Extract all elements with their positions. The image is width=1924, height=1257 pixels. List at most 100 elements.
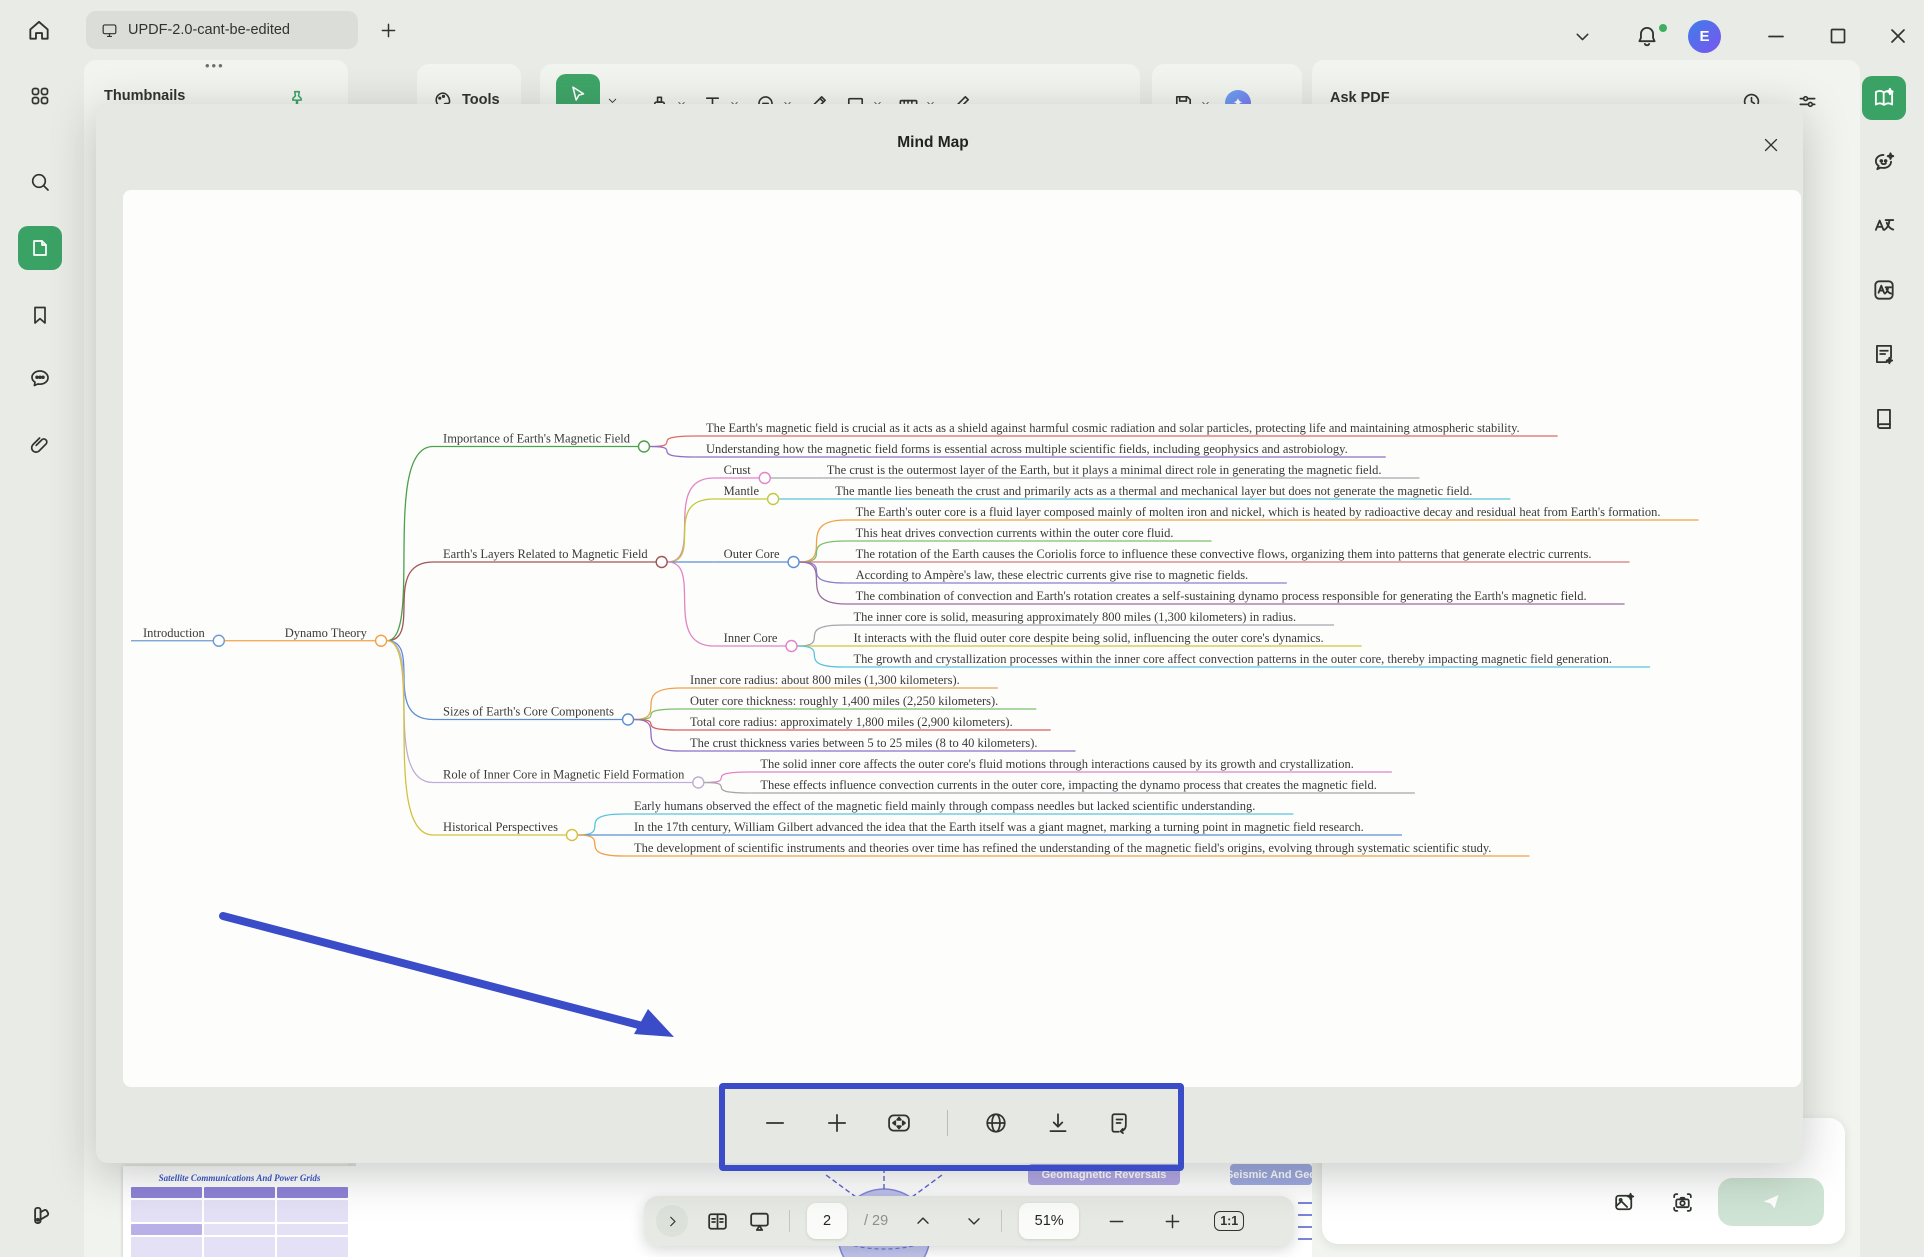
mindmap-leaf-text[interactable]: The Earth's magnetic field is crucial as… [706,421,1520,435]
screenshot-button[interactable] [1670,1190,1695,1215]
page-thumbnail[interactable]: Satellite Communications And Power Grids [123,1166,356,1257]
mind-map-toolbar [737,1099,1157,1147]
thumbnails-panel-bottom: Satellite Communications And Power Grids [84,1163,348,1257]
modal-close-button[interactable] [1756,130,1786,160]
user-avatar[interactable]: E [1688,20,1721,53]
mindmap-leaf-text[interactable]: This heat drives convection currents wit… [856,526,1174,540]
expand-nav-button[interactable] [656,1205,688,1237]
right-rail-item-note-sparkle[interactable] [1862,332,1906,376]
zoom-in-button[interactable] [1162,1211,1183,1232]
mindmap-leaf-text[interactable]: Total core radius: approximately 1,800 m… [690,715,1013,729]
plus-icon [1167,1215,1179,1227]
divider [789,1210,790,1232]
mindmap-leaf-text[interactable]: The growth and crystallization processes… [853,652,1612,666]
sidebar-item-page-thumbnails[interactable] [18,226,62,270]
window-menu-chevron[interactable] [1572,26,1593,47]
right-rail-item-book-sparkle[interactable] [1862,76,1906,120]
mindmap-leaf-text[interactable]: The Earth's outer core is a fluid layer … [856,505,1661,519]
previous-page-button[interactable] [913,1211,933,1231]
presenter-icon [751,1213,768,1229]
mind-map-diagram: The Earth's magnetic field is crucial as… [123,190,1801,1087]
send-plane-icon [1764,1195,1779,1208]
mindmap-node-label[interactable]: Historical Perspectives [443,820,558,834]
mindmap-leaf-text[interactable]: According to Ampère's law, these electri… [856,568,1249,582]
zoom-in-button[interactable] [823,1109,851,1137]
book-icon [1878,410,1890,428]
right-rail-item-book[interactable] [1862,396,1906,440]
paperclip-icon [32,438,47,452]
download-button[interactable] [1044,1109,1072,1137]
bell-icon [1639,28,1654,45]
notifications-button[interactable] [1634,23,1660,49]
sidebar-item-paperclip[interactable] [18,423,62,467]
close-window-button[interactable] [1886,24,1910,48]
mindmap-leaf-text[interactable]: Understanding how the magnetic field for… [706,442,1348,456]
mindmap-leaf-text[interactable]: It interacts with the fluid outer core d… [853,631,1323,645]
mindmap-node-label[interactable]: Crust [724,463,752,477]
two-page-view-icon [709,1214,726,1229]
maximize-icon [1832,30,1845,43]
mindmap-leaf-text[interactable]: The crust is the outermost layer of the … [827,463,1382,477]
mindmap-leaf-text[interactable]: These effects influence convection curre… [760,778,1377,792]
mind-map-canvas[interactable]: The Earth's magnetic field is crucial as… [123,190,1801,1087]
document-tab[interactable]: UPDF-2.0-cant-be-edited [86,11,358,49]
mindmap-node-label[interactable]: Earth's Layers Related to Magnetic Field [443,547,648,561]
mindmap-node-label[interactable]: Dynamo Theory [285,626,368,640]
mindmap-node-label[interactable]: Sizes of Earth's Core Components [443,705,614,719]
maximize-button[interactable] [1826,24,1850,48]
mindmap-node-label[interactable]: Role of Inner Core in Magnetic Field For… [443,768,685,782]
mindmap-leaf-text[interactable]: The combination of convection and Earth'… [856,589,1587,603]
mindmap-node-label[interactable]: Outer Core [724,547,780,561]
mindmap-leaf-text[interactable]: Outer core thickness: roughly 1,400 mile… [690,694,998,708]
mindmap-node-label[interactable]: Mantle [724,484,760,498]
zoom-out-button[interactable] [1106,1211,1127,1232]
mindmap-node-label[interactable]: Introduction [143,626,206,640]
mindmap-leaf-text[interactable]: The inner core is solid, measuring appro… [853,610,1296,624]
zoom-level-input[interactable]: 51% [1019,1203,1079,1239]
chevron-up-icon [918,1218,928,1223]
send-button[interactable] [1718,1178,1824,1226]
sidebar-item-palette[interactable] [18,1194,62,1238]
titlebar: UPDF-2.0-cant-be-edited E [0,0,1924,60]
mindmap-leaf-text[interactable]: The solid inner core affects the outer c… [760,757,1354,771]
new-tab-button[interactable] [378,20,399,41]
mindmap-node-label[interactable]: Importance of Earth's Magnetic Field [443,432,631,446]
mindmap-leaf-text[interactable]: The rotation of the Earth causes the Cor… [856,547,1592,561]
filter-sliders-icon [1800,97,1814,107]
mindmap-node-label[interactable]: Inner Core [724,631,778,645]
zoom-out-button[interactable] [761,1109,789,1137]
page-layout-button[interactable] [705,1209,730,1234]
insert-image-button[interactable] [1612,1190,1637,1215]
sidebar-item-search[interactable] [18,160,62,204]
right-rail-item-chat-sparkle[interactable] [1862,140,1906,184]
fit-screen-icon [889,1115,909,1130]
actual-size-button[interactable]: 1:1 [1214,1211,1244,1231]
mindmap-leaf-text[interactable]: In the 17th century, William Gilbert adv… [634,820,1364,834]
minimize-button[interactable] [1764,24,1788,48]
mindmap-leaf-text[interactable]: The development of scientific instrument… [634,841,1491,855]
sidebar-item-apps-grid[interactable] [18,74,62,118]
page-total: / 29 [864,1213,888,1229]
panel-drag-handle[interactable]: ••• [205,58,225,73]
monitor-icon [103,24,116,35]
page-number-input[interactable]: 2 [807,1203,847,1239]
globe-language-icon [987,1114,1005,1132]
mindmap-leaf-text[interactable]: Early humans observed the effect of the … [634,799,1255,813]
mindmap-leaf-text[interactable]: The crust thickness varies between 5 to … [690,736,1038,750]
mindmap-leaf-text[interactable]: The mantle lies beneath the crust and pr… [835,484,1472,498]
sidebar-item-bookmark[interactable] [18,293,62,337]
thumbnails-panel-title: Thumbnails [104,88,185,104]
fit-screen-button[interactable] [885,1109,913,1137]
sidebar-item-comment[interactable] [18,356,62,400]
right-rail-item-translate[interactable] [1862,204,1906,248]
download-icon [1050,1114,1065,1131]
next-page-button[interactable] [964,1211,984,1231]
divider [1001,1210,1002,1232]
home-button[interactable] [26,17,52,43]
export-convert-button[interactable] [1106,1109,1134,1137]
right-rail-item-translate-box[interactable] [1862,268,1906,312]
mindmap-leaf-text[interactable]: Inner core radius: about 800 miles (1,30… [690,673,960,687]
slideshow-button[interactable] [747,1209,772,1234]
globe-language-button[interactable] [982,1109,1010,1137]
search-icon [33,175,48,190]
